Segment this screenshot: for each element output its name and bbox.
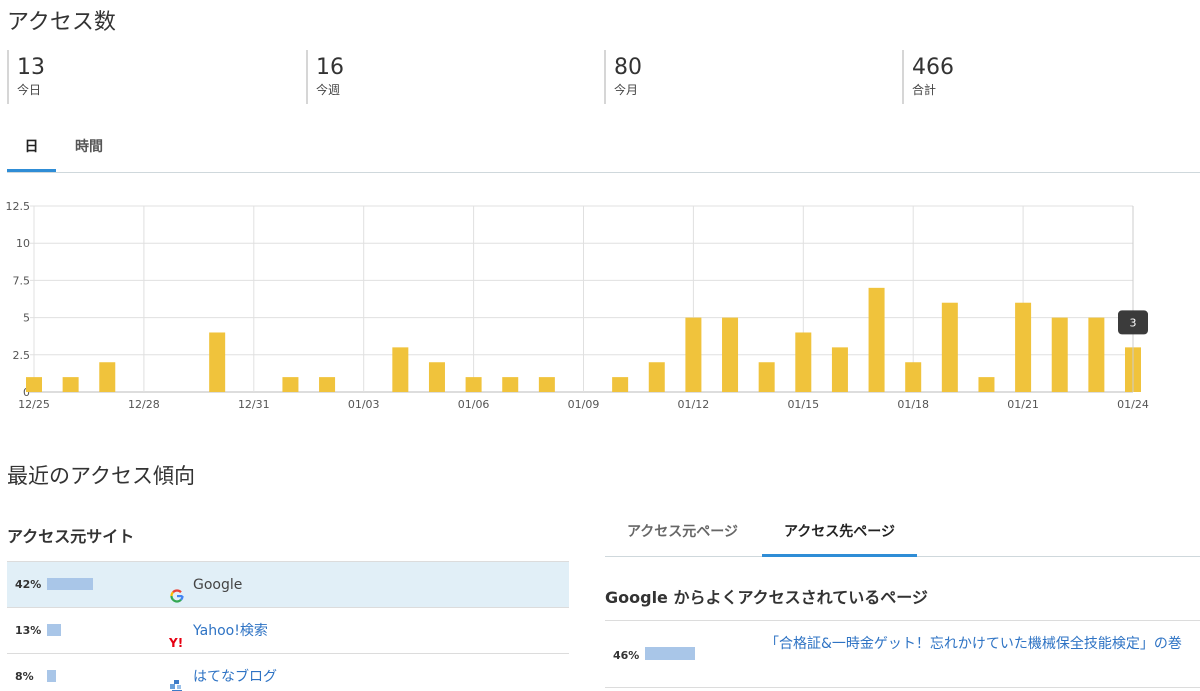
- tab-hour[interactable]: 時間: [63, 130, 115, 172]
- stat-month-label: 今月: [614, 83, 639, 97]
- chart-bar: [319, 377, 336, 392]
- y-tick-label: 12.5: [6, 200, 31, 213]
- chart-bar: [722, 317, 739, 392]
- x-tick-label: 01/21: [1007, 398, 1039, 411]
- x-tick-label: 01/18: [897, 398, 929, 411]
- chart-bar: [978, 377, 995, 392]
- referrer-link-hatena[interactable]: はてなブログ: [193, 669, 277, 685]
- referrer-percent: 8%: [15, 670, 34, 683]
- chart-bar: [209, 332, 226, 392]
- tab-day[interactable]: 日: [7, 130, 56, 172]
- stat-week-value: 16: [316, 55, 344, 80]
- yahoo-icon: Y!: [168, 622, 185, 650]
- chart-bar: [758, 362, 775, 392]
- y-tick-label: 5: [23, 312, 30, 325]
- chart-bar: [941, 302, 958, 392]
- tab-source-page[interactable]: アクセス元ページ: [605, 515, 760, 557]
- stat-total: 466 合計: [902, 50, 954, 104]
- referrer-site-list: 42% Google 13% Y! Yahoo!検索 8% はてなブログ: [7, 561, 569, 691]
- chart-bar: [282, 377, 299, 392]
- x-tick-label: 12/31: [238, 398, 270, 411]
- stat-total-label: 合計: [912, 83, 937, 97]
- tab-destination-page[interactable]: アクセス先ページ: [762, 515, 917, 557]
- chart-bar: [868, 287, 885, 392]
- referrer-site: Google: [169, 562, 242, 608]
- tooltip-value: 3: [1130, 316, 1137, 329]
- chart-bar: [62, 377, 79, 392]
- list-item[interactable]: 46% 「合格証&一時金ゲット！忘れかけていた機械保全技能検定」の巻: [605, 620, 1200, 688]
- list-item[interactable]: 8% はてなブログ: [7, 653, 569, 691]
- referrer-percent: 42%: [15, 578, 42, 591]
- chart-bar: [685, 317, 702, 392]
- stat-week: 16 今週: [306, 50, 344, 104]
- y-tick-label: 2.5: [13, 349, 31, 362]
- referrer-site: Y! Yahoo!検索: [168, 608, 268, 654]
- referrer-link-yahoo[interactable]: Yahoo!検索: [193, 623, 268, 639]
- y-tick-label: 7.5: [13, 274, 31, 287]
- destination-page-list: 46% 「合格証&一時金ゲット！忘れかけていた機械保全技能検定」の巻: [605, 620, 1200, 688]
- chart-bar: [1015, 302, 1032, 392]
- referrer-sites-title: アクセス元サイト: [7, 527, 135, 546]
- stat-today: 13 今日: [7, 50, 45, 104]
- referrer-percent-bar: [47, 670, 56, 682]
- chart-bar: [1088, 317, 1105, 392]
- chart-period-tabs: 日 時間: [7, 130, 1200, 173]
- svg-text:Y!: Y!: [169, 636, 183, 649]
- access-bar-chart: 02.557.51012.512/25 12/28 12/31 01/03 01/06 0…: [6, 200, 1149, 411]
- chart-bar: [538, 377, 555, 392]
- x-tick-label: 01/03: [348, 398, 380, 411]
- x-tick-label: 01/12: [678, 398, 710, 411]
- x-tick-label: 12/25: [18, 398, 50, 411]
- hatena-blog-icon: [169, 668, 185, 691]
- referrer-site: はてなブログ: [169, 654, 277, 691]
- list-item[interactable]: 13% Y! Yahoo!検索: [7, 607, 569, 653]
- referrer-name-google: Google: [193, 577, 243, 593]
- stat-month-value: 80: [614, 55, 642, 80]
- stat-today-value: 13: [17, 55, 45, 80]
- referrer-percent: 13%: [15, 624, 42, 637]
- chart-bar: [648, 362, 665, 392]
- chart-bar: [612, 377, 629, 392]
- list-item[interactable]: 42% Google: [7, 561, 569, 607]
- chart-bar: [502, 377, 519, 392]
- stats-summary: 13 今日 16 今週 80 今月 466 合計: [7, 50, 1200, 104]
- chart-bar: [1051, 317, 1068, 392]
- x-tick-label: 01/06: [458, 398, 490, 411]
- page-percent-bar: [645, 647, 695, 660]
- page-link[interactable]: 「合格証&一時金ゲット！忘れかけていた機械保全技能検定」の巻: [765, 633, 1195, 655]
- chart-bar: [831, 347, 848, 392]
- stat-today-label: 今日: [17, 83, 42, 97]
- x-tick-label: 01/24: [1117, 398, 1149, 411]
- chart-bar: [465, 377, 482, 392]
- page-percent: 46%: [613, 649, 640, 662]
- chart-bar: [428, 362, 445, 392]
- stat-total-value: 466: [912, 55, 954, 80]
- referrer-percent-bar: [47, 624, 61, 636]
- stat-week-label: 今週: [316, 83, 341, 97]
- chart-bar: [26, 377, 42, 392]
- page-tabs: アクセス元ページ アクセス先ページ: [605, 515, 1200, 557]
- chart-bar: [795, 332, 812, 392]
- google-pages-title: Google からよくアクセスされているページ: [605, 588, 928, 607]
- stat-month: 80 今月: [604, 50, 642, 104]
- referrer-percent-bar: [47, 578, 93, 590]
- google-icon: [169, 576, 185, 603]
- trend-title: 最近のアクセス傾向: [7, 464, 195, 488]
- x-tick-label: 01/15: [787, 398, 819, 411]
- chart-bar: [99, 362, 116, 392]
- chart-bar: [905, 362, 922, 392]
- y-tick-label: 10: [16, 237, 30, 250]
- chart-bar: [392, 347, 409, 392]
- x-tick-label: 01/09: [568, 398, 600, 411]
- x-tick-label: 12/28: [128, 398, 160, 411]
- page-title: アクセス数: [7, 10, 116, 35]
